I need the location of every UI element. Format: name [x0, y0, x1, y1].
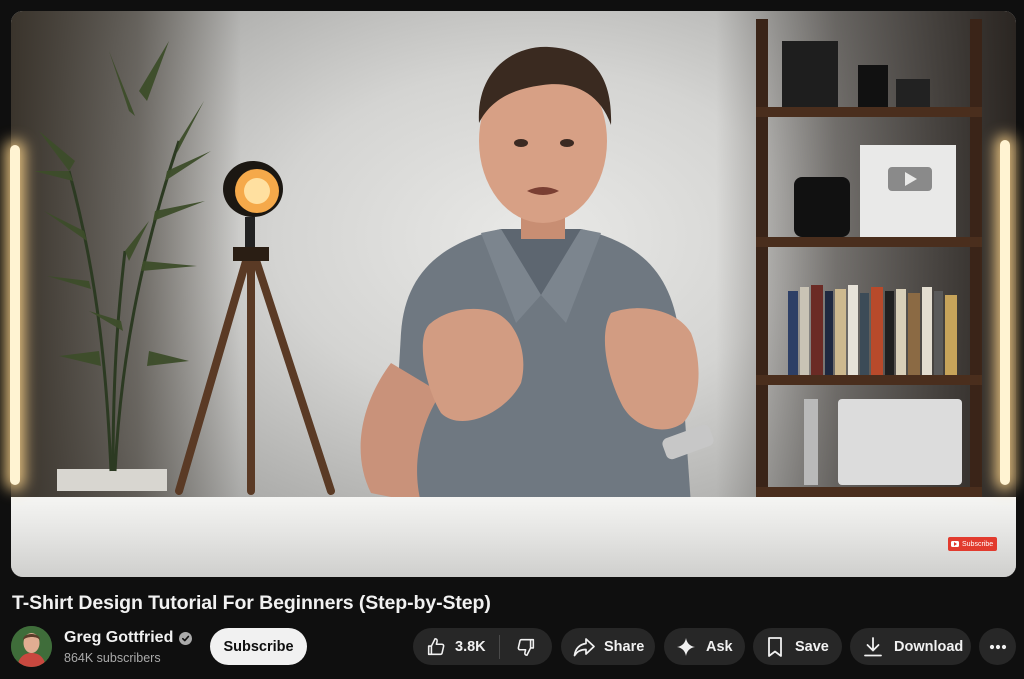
sparkle-icon — [677, 637, 695, 656]
channel-name[interactable]: Greg Gottfried — [64, 629, 193, 647]
thumbs-down-icon — [517, 638, 535, 656]
light-bar-left — [10, 145, 20, 485]
channel-avatar[interactable] — [11, 626, 52, 667]
channel-name-text: Greg Gottfried — [64, 629, 174, 646]
ask-button[interactable]: Ask — [664, 628, 745, 665]
bookmark-icon — [768, 636, 782, 657]
bookshelf — [756, 19, 982, 499]
share-arrow-icon — [573, 637, 595, 656]
subscribe-watermark[interactable]: Subscribe — [948, 537, 998, 551]
youtube-logo-icon — [951, 541, 959, 547]
like-button[interactable]: 3.8K — [413, 628, 499, 665]
download-label: Download — [894, 638, 964, 655]
presenter — [360, 46, 714, 505]
save-label: Save — [795, 638, 829, 655]
subscribe-button[interactable]: Subscribe — [210, 628, 307, 665]
more-horizontal-icon — [989, 644, 1006, 649]
like-count: 3.8K — [455, 638, 486, 655]
download-icon — [864, 636, 882, 656]
ask-label: Ask — [706, 638, 733, 655]
light-bar-right — [1000, 140, 1010, 485]
download-button[interactable]: Download — [850, 628, 971, 665]
desk-surface — [11, 497, 1016, 577]
verified-check-icon — [179, 631, 193, 645]
more-actions-button[interactable] — [979, 628, 1016, 665]
thumbs-up-icon — [427, 637, 445, 655]
like-dislike-group: 3.8K — [413, 628, 552, 665]
video-player[interactable]: Subscribe — [11, 11, 1016, 577]
share-button[interactable]: Share — [561, 628, 655, 665]
video-title: T-Shirt Design Tutorial For Beginners (S… — [12, 592, 491, 614]
tripod-lamp — [175, 161, 335, 495]
avatar-portrait — [11, 626, 52, 667]
share-label: Share — [604, 638, 645, 655]
save-button[interactable]: Save — [753, 628, 842, 665]
dislike-button[interactable] — [500, 628, 552, 665]
subscriber-count: 864K subscribers — [64, 651, 161, 665]
watermark-label: Subscribe — [962, 540, 994, 548]
